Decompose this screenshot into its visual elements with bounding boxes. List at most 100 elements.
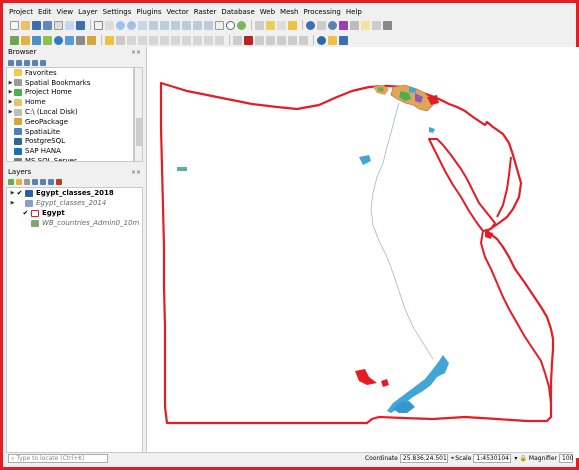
new-geopackage-icon[interactable]: [87, 35, 96, 45]
collapse-all-icon[interactable]: [48, 178, 54, 185]
browser-item[interactable]: SpatiaLite: [7, 127, 133, 137]
label-tool-icon[interactable]: [233, 35, 242, 45]
zoom-out-icon[interactable]: [127, 20, 136, 30]
plugin-icon[interactable]: [339, 35, 348, 45]
browser-item[interactable]: ▶ Spatial Bookmarks: [7, 78, 133, 88]
statistics-icon[interactable]: [339, 20, 348, 30]
diagram-icon[interactable]: [299, 35, 308, 45]
lock-icon[interactable]: ⌖: [451, 455, 454, 463]
locator-search-input[interactable]: ⌕ Type to locate (Ctrl+K): [8, 454, 108, 463]
info-icon[interactable]: [306, 20, 315, 30]
scroll-thumb[interactable]: [136, 118, 142, 146]
scale-field[interactable]: 1:4530104: [473, 454, 512, 463]
chevron-right-icon[interactable]: ▶: [7, 109, 14, 115]
chevron-right-icon[interactable]: ▶: [7, 89, 14, 95]
show-labels-icon[interactable]: [255, 35, 264, 45]
deselect-icon[interactable]: [277, 20, 286, 30]
add-mesh-layer-icon[interactable]: [43, 35, 52, 45]
vertex-tool-icon[interactable]: [149, 35, 158, 45]
zoom-last-icon[interactable]: [193, 20, 202, 30]
delete-icon[interactable]: [160, 35, 169, 45]
menu-layer[interactable]: Layer: [78, 8, 98, 16]
attribute-table-icon[interactable]: [317, 20, 326, 30]
chevron-down-icon[interactable]: ▾: [514, 455, 517, 462]
properties-icon[interactable]: [40, 59, 46, 66]
menu-web[interactable]: Web: [260, 8, 275, 16]
undo-icon[interactable]: [204, 35, 213, 45]
add-directory-icon[interactable]: [8, 59, 14, 66]
menu-database[interactable]: Database: [221, 8, 254, 16]
toggle-edit-icon[interactable]: [116, 35, 125, 45]
layer-visibility-checkbox[interactable]: ✔: [22, 209, 29, 217]
menu-project[interactable]: Project: [9, 8, 33, 16]
temporal-controller-icon[interactable]: [226, 20, 235, 30]
layers-close-icon[interactable]: ××: [131, 169, 141, 176]
digitize-icon[interactable]: [105, 35, 114, 45]
magnifier-lock-icon[interactable]: 🔒: [519, 455, 526, 462]
style-panel-icon[interactable]: [8, 178, 14, 185]
browser-item[interactable]: Favorites: [7, 68, 133, 78]
add-wms-layer-icon[interactable]: [54, 35, 63, 45]
settings-icon[interactable]: [328, 20, 337, 30]
menu-edit[interactable]: Edit: [38, 8, 52, 16]
measure-icon[interactable]: [350, 20, 359, 30]
menu-mesh[interactable]: Mesh: [280, 8, 298, 16]
select-by-value-icon[interactable]: [288, 20, 297, 30]
collapse-all-icon[interactable]: [32, 59, 38, 66]
select-features-icon[interactable]: [266, 20, 275, 30]
copy-icon[interactable]: [182, 35, 191, 45]
save-edits-icon[interactable]: [127, 35, 136, 45]
add-vector-layer-icon[interactable]: [21, 35, 30, 45]
label-icon[interactable]: [383, 20, 392, 30]
browser-close-icon[interactable]: ××: [131, 49, 141, 56]
new-shapefile-icon[interactable]: [76, 35, 85, 45]
chevron-right-icon[interactable]: ▶: [7, 80, 14, 86]
filter-legend-icon[interactable]: [32, 178, 38, 185]
add-feature-icon[interactable]: [138, 35, 147, 45]
layer-item[interactable]: ✔ Egypt: [7, 208, 142, 218]
remove-layer-icon[interactable]: [56, 178, 62, 185]
add-wfs-layer-icon[interactable]: [65, 35, 74, 45]
browser-item[interactable]: PostgreSQL: [7, 137, 133, 147]
coordinate-field[interactable]: 25.836,24.501: [399, 454, 448, 463]
zoom-next-icon[interactable]: [204, 20, 213, 30]
pin-labels-icon[interactable]: [244, 35, 253, 45]
browser-item[interactable]: MS SQL Server: [7, 156, 133, 161]
cut-icon[interactable]: [171, 35, 180, 45]
browser-item[interactable]: ▶ C:\ (Local Disk): [7, 107, 133, 117]
browser-scrollbar[interactable]: [134, 67, 143, 162]
browser-item[interactable]: GeoPackage: [7, 117, 133, 127]
open-project-icon[interactable]: [21, 20, 30, 30]
browser-item[interactable]: ▶ Home: [7, 97, 133, 107]
add-raster-layer-icon[interactable]: [32, 35, 41, 45]
menu-view[interactable]: View: [57, 8, 74, 16]
data-source-manager-icon[interactable]: [10, 35, 19, 45]
layers-tree[interactable]: ▶ ✔ Egypt_classes_2018 ▶ Egypt_classes_2014 ✔…: [6, 187, 143, 456]
style-manager-icon[interactable]: [76, 20, 85, 30]
manage-visibility-icon[interactable]: [24, 178, 30, 185]
rotate-label-icon[interactable]: [277, 35, 286, 45]
python-console-icon[interactable]: [328, 35, 337, 45]
redo-icon[interactable]: [215, 35, 224, 45]
menu-settings[interactable]: Settings: [103, 8, 132, 16]
print-layout-icon[interactable]: [54, 20, 63, 30]
layer-visibility-checkbox[interactable]: ✔: [16, 189, 23, 197]
chevron-right-icon[interactable]: ▶: [9, 200, 16, 206]
zoom-layer-icon[interactable]: [171, 20, 180, 30]
identify-features-icon[interactable]: [255, 20, 264, 30]
zoom-in-icon[interactable]: [116, 20, 125, 30]
new-map-view-icon[interactable]: [215, 20, 224, 30]
browser-item[interactable]: ▶ Project Home: [7, 88, 133, 98]
browser-item[interactable]: SAP HANA: [7, 146, 133, 156]
chevron-right-icon[interactable]: ▶: [9, 190, 16, 196]
layer-item[interactable]: ▶ ✔ Egypt_classes_2018: [7, 188, 142, 198]
change-label-icon[interactable]: [288, 35, 297, 45]
layer-item[interactable]: ▶ Egypt_classes_2014: [7, 198, 142, 208]
chevron-right-icon[interactable]: ▶: [7, 99, 14, 105]
layer-item[interactable]: WB_countries_Admin0_10m: [7, 218, 142, 228]
globe-icon[interactable]: [317, 35, 326, 45]
menu-vector[interactable]: Vector: [166, 8, 188, 16]
save-project-icon[interactable]: [32, 20, 41, 30]
layout-manager-icon[interactable]: [65, 20, 74, 30]
save-as-icon[interactable]: [43, 20, 52, 30]
